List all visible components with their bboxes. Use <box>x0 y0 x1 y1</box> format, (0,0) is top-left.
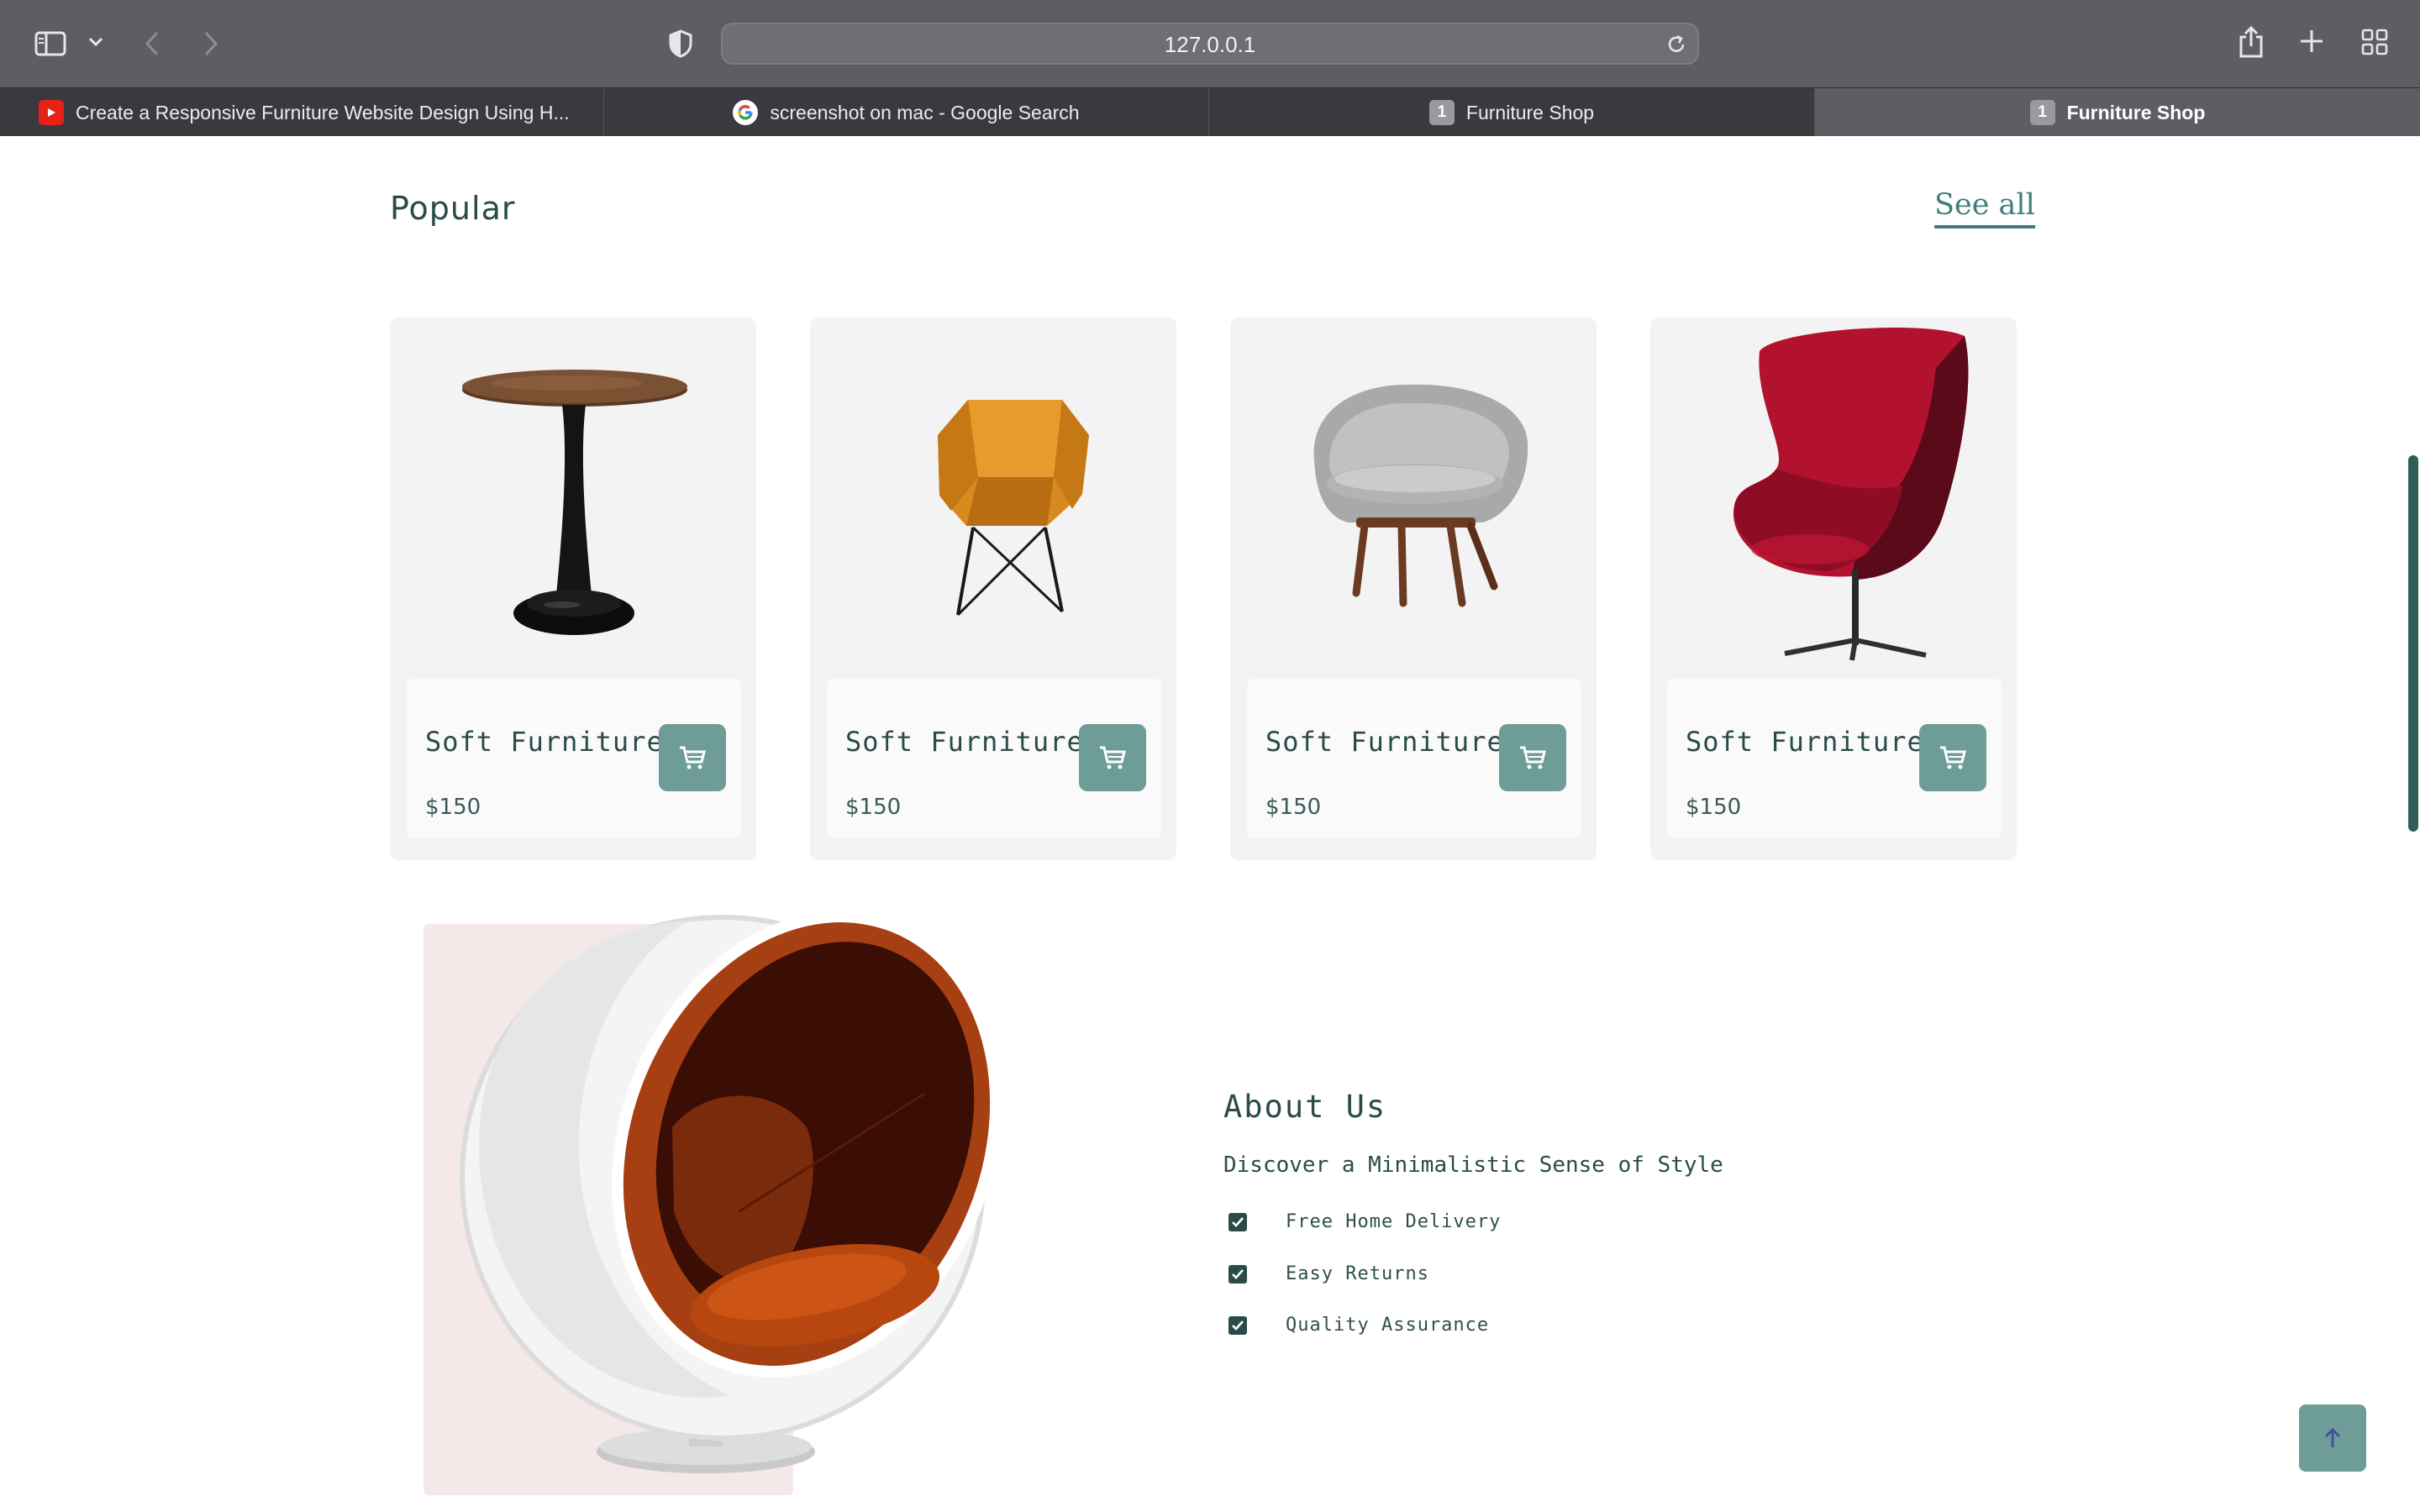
cart-icon <box>680 746 706 769</box>
cart-icon <box>1520 746 1546 769</box>
chevron-down-icon[interactable] <box>84 30 108 54</box>
product-info: Soft Furniture $150 <box>1667 679 2002 838</box>
tab-badge: 1 <box>1428 100 1455 125</box>
about-subtitle: Discover a Minimalistic Sense of Style <box>1223 1152 1723 1178</box>
product-image-round-side-table <box>390 318 756 679</box>
feature-item: Quality Assurance <box>1228 1315 1489 1336</box>
google-icon <box>733 100 759 125</box>
add-to-cart-button[interactable] <box>1499 724 1566 791</box>
product-price: $150 <box>1686 795 1742 820</box>
product-price: $150 <box>1265 795 1322 820</box>
tab-furniture-shop[interactable]: 1 Furniture Shop <box>1209 88 1815 137</box>
browser-toolbar: 127.0.0.1 <box>0 0 2420 87</box>
checkbox-checked-icon <box>1228 1315 1247 1335</box>
feature-label: Easy Returns <box>1286 1263 1429 1284</box>
about-image-ball-chair <box>454 892 1025 1480</box>
product-name: Soft Furniture <box>845 726 1084 758</box>
popular-title: Popular <box>390 190 516 227</box>
tab-title: Furniture Shop <box>2066 101 2206 123</box>
address-bar[interactable]: 127.0.0.1 <box>721 23 1699 65</box>
tab-title: screenshot on mac - Google Search <box>770 101 1080 123</box>
product-image-red-egg-chair <box>1650 318 2017 679</box>
share-icon[interactable] <box>2235 24 2267 60</box>
tab-title: Create a Responsive Furniture Website De… <box>76 101 570 123</box>
product-price: $150 <box>425 795 481 820</box>
feature-item: Easy Returns <box>1228 1263 1429 1284</box>
back-icon[interactable] <box>139 27 165 60</box>
forward-icon[interactable] <box>198 27 224 60</box>
about-title: About Us <box>1223 1089 1387 1125</box>
add-to-cart-button[interactable] <box>659 724 726 791</box>
url-text: 127.0.0.1 <box>1164 32 1256 57</box>
product-card[interactable]: Soft Furniture $150 <box>1650 318 2017 860</box>
tab-badge: 1 <box>2029 100 2055 125</box>
arrow-up-icon <box>2324 1427 2341 1447</box>
reload-icon[interactable] <box>1665 34 1687 59</box>
see-all-link[interactable]: See all <box>1934 188 2035 228</box>
product-card[interactable]: Soft Furniture $150 <box>810 318 1176 860</box>
product-price: $150 <box>845 795 902 820</box>
add-to-cart-button[interactable] <box>1079 724 1146 791</box>
tab-overview-icon[interactable] <box>2360 27 2390 57</box>
page-scrollbar[interactable] <box>2403 136 2420 1512</box>
scrollbar-thumb[interactable] <box>2408 455 2418 832</box>
product-image-orange-armchair <box>810 318 1176 679</box>
checkbox-checked-icon <box>1228 1264 1247 1284</box>
page-content: Popular See all Soft Furniture $150 Soft… <box>0 136 2420 1512</box>
product-info: Soft Furniture $150 <box>1247 679 1581 838</box>
product-name: Soft Furniture <box>1686 726 1924 758</box>
cart-icon <box>1940 746 1966 769</box>
tab-youtube[interactable]: Create a Responsive Furniture Website De… <box>0 88 604 137</box>
product-card[interactable]: Soft Furniture $150 <box>390 318 756 860</box>
feature-label: Free Home Delivery <box>1286 1211 1502 1232</box>
tab-furniture-shop-active[interactable]: 1 Furniture Shop <box>1815 88 2420 137</box>
product-info: Soft Furniture $150 <box>407 679 741 838</box>
product-info: Soft Furniture $150 <box>827 679 1161 838</box>
scroll-to-top-button[interactable] <box>2299 1404 2366 1472</box>
feature-item: Free Home Delivery <box>1228 1211 1501 1232</box>
privacy-shield-icon[interactable] <box>666 27 696 60</box>
feature-label: Quality Assurance <box>1286 1315 1490 1336</box>
tab-bar: Create a Responsive Furniture Website De… <box>0 87 2420 137</box>
product-name: Soft Furniture <box>1265 726 1504 758</box>
youtube-icon <box>39 100 64 125</box>
product-card[interactable]: Soft Furniture $150 <box>1230 318 1597 860</box>
sidebar-toggle-icon[interactable] <box>34 27 67 60</box>
checkbox-checked-icon <box>1228 1212 1247 1231</box>
tab-title: Furniture Shop <box>1465 101 1595 123</box>
add-to-cart-button[interactable] <box>1919 724 1986 791</box>
new-tab-icon[interactable] <box>2297 27 2326 55</box>
tab-google-search[interactable]: screenshot on mac - Google Search <box>604 88 1209 137</box>
product-image-grey-lounge-chair <box>1230 318 1597 679</box>
cart-icon <box>1100 746 1126 769</box>
product-name: Soft Furniture <box>425 726 664 758</box>
